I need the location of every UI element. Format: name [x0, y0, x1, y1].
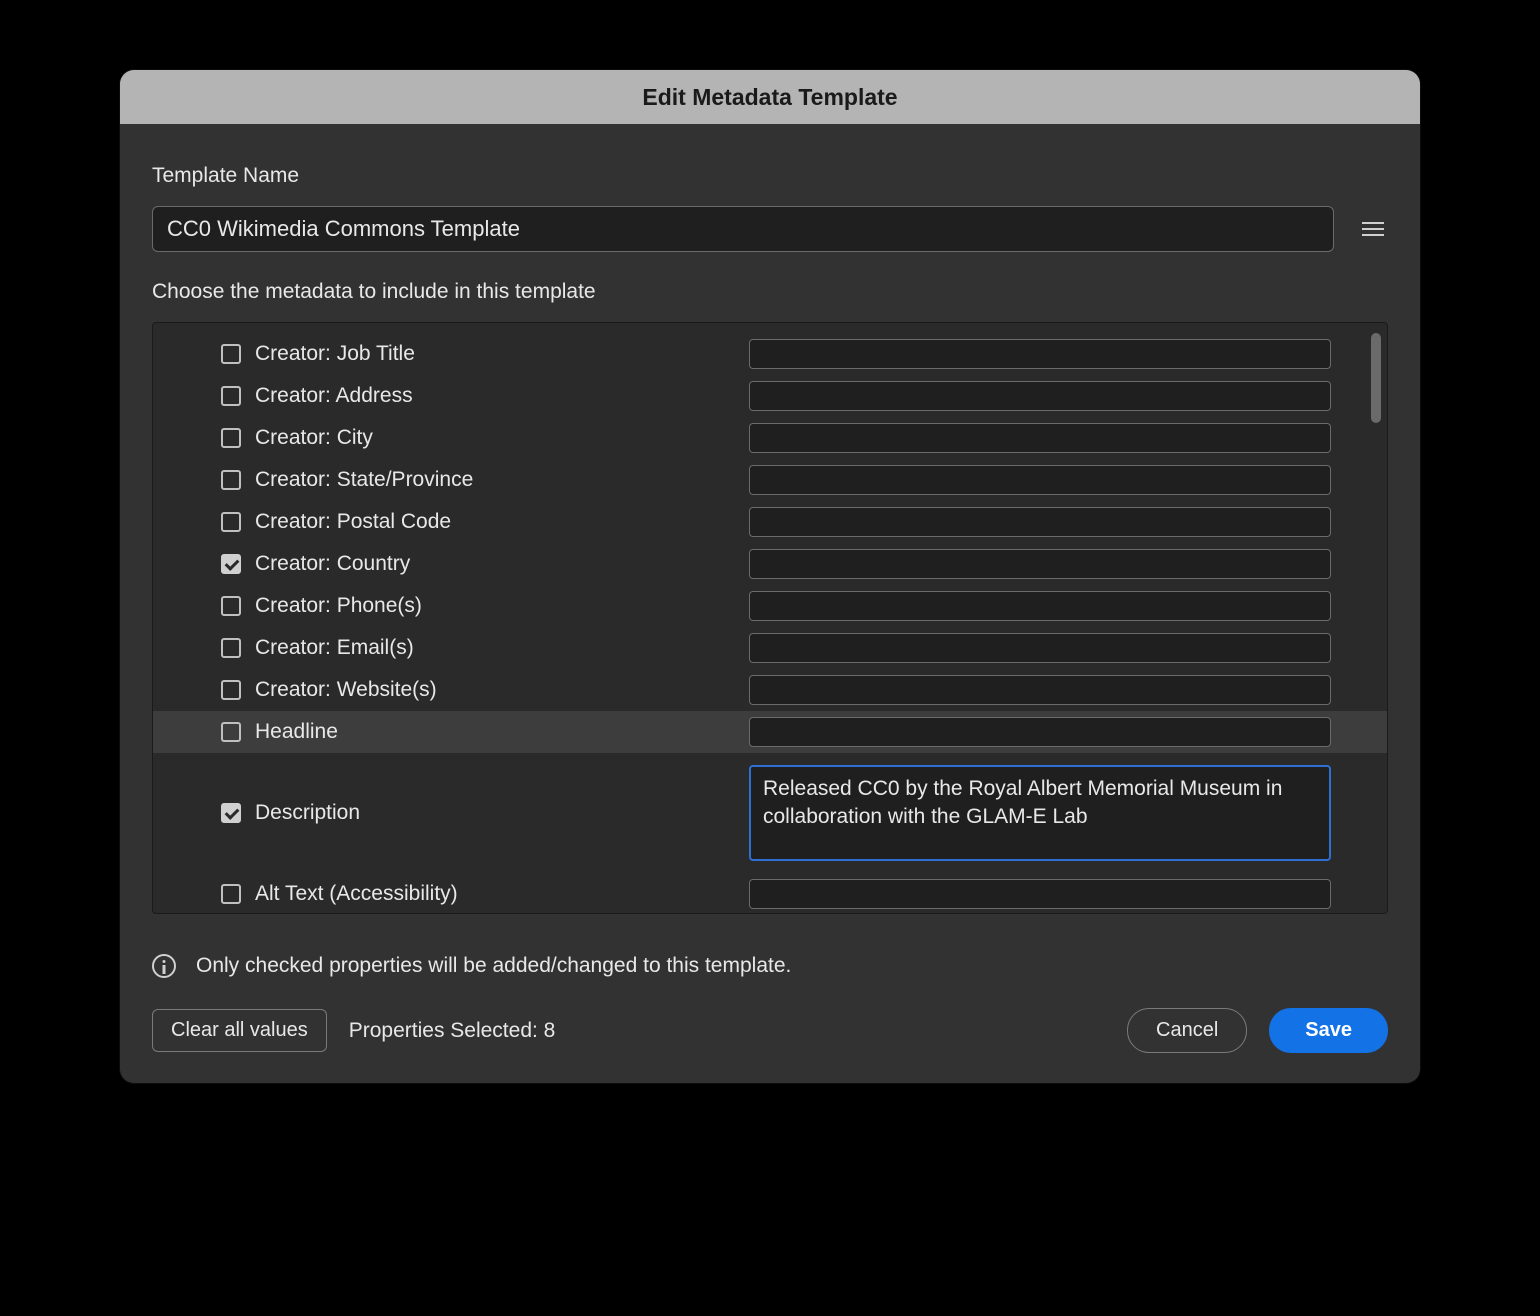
scrollbar-thumb[interactable]: [1371, 333, 1381, 423]
choose-metadata-label: Choose the metadata to include in this t…: [152, 280, 1388, 304]
metadata-row: Creator: Country: [153, 543, 1387, 585]
metadata-checkbox[interactable]: [221, 884, 241, 904]
metadata-field-label: Description: [255, 801, 735, 825]
metadata-field-label: Creator: City: [255, 426, 735, 450]
metadata-row: Creator: City: [153, 417, 1387, 459]
metadata-field-input[interactable]: [749, 549, 1331, 579]
metadata-checkbox[interactable]: [221, 596, 241, 616]
metadata-field-input[interactable]: [749, 465, 1331, 495]
metadata-field-label: Creator: Phone(s): [255, 594, 735, 618]
metadata-field-label: Creator: Postal Code: [255, 510, 735, 534]
metadata-field-input[interactable]: [749, 717, 1331, 747]
hamburger-menu-icon[interactable]: [1358, 216, 1388, 242]
metadata-row: Headline: [153, 711, 1387, 753]
dialog-title: Edit Metadata Template: [642, 84, 897, 111]
metadata-field-input[interactable]: [749, 381, 1331, 411]
dialog-titlebar: Edit Metadata Template: [120, 70, 1420, 124]
metadata-field-label: Creator: State/Province: [255, 468, 735, 492]
save-button[interactable]: Save: [1269, 1008, 1388, 1053]
template-name-input[interactable]: [152, 206, 1334, 252]
dialog-footer: Clear all values Properties Selected: 8 …: [152, 1008, 1388, 1053]
metadata-field-input[interactable]: [749, 765, 1331, 861]
metadata-checkbox[interactable]: [221, 638, 241, 658]
metadata-field-input[interactable]: [749, 633, 1331, 663]
metadata-row: Creator: Job Title: [153, 333, 1387, 375]
metadata-checkbox[interactable]: [221, 512, 241, 532]
dialog-body: Template Name Choose the metadata to inc…: [120, 124, 1420, 1083]
metadata-checkbox[interactable]: [221, 386, 241, 406]
metadata-field-label: Creator: Country: [255, 552, 735, 576]
metadata-row: Description: [153, 753, 1387, 873]
metadata-field-label: Creator: Email(s): [255, 636, 735, 660]
metadata-field-label: Creator: Website(s): [255, 678, 735, 702]
metadata-field-input[interactable]: [749, 675, 1331, 705]
metadata-field-label: Creator: Job Title: [255, 342, 735, 366]
metadata-row: Creator: Address: [153, 375, 1387, 417]
metadata-checkbox[interactable]: [221, 803, 241, 823]
metadata-checkbox[interactable]: [221, 554, 241, 574]
metadata-checkbox[interactable]: [221, 470, 241, 490]
metadata-field-label: Headline: [255, 720, 735, 744]
metadata-field-input[interactable]: [749, 339, 1331, 369]
properties-selected-text: Properties Selected: 8: [349, 1019, 556, 1043]
template-name-row: [152, 206, 1388, 252]
metadata-row: Creator: Website(s): [153, 669, 1387, 711]
clear-all-values-button[interactable]: Clear all values: [152, 1009, 327, 1052]
info-text: Only checked properties will be added/ch…: [196, 954, 791, 978]
info-icon: [152, 954, 176, 978]
info-row: Only checked properties will be added/ch…: [152, 954, 1388, 978]
metadata-field-input[interactable]: [749, 591, 1331, 621]
metadata-row: Creator: State/Province: [153, 459, 1387, 501]
metadata-row: Creator: Phone(s): [153, 585, 1387, 627]
scrollbar[interactable]: [1371, 333, 1381, 903]
metadata-row: Creator: Email(s): [153, 627, 1387, 669]
metadata-row: Creator: Postal Code: [153, 501, 1387, 543]
metadata-field-input[interactable]: [749, 879, 1331, 909]
metadata-checkbox[interactable]: [221, 344, 241, 364]
cancel-button[interactable]: Cancel: [1127, 1008, 1247, 1053]
metadata-field-input[interactable]: [749, 423, 1331, 453]
metadata-field-label: Alt Text (Accessibility): [255, 882, 735, 906]
metadata-checkbox[interactable]: [221, 428, 241, 448]
metadata-field-label: Creator: Address: [255, 384, 735, 408]
metadata-row: Alt Text (Accessibility): [153, 873, 1387, 914]
metadata-field-input[interactable]: [749, 507, 1331, 537]
edit-metadata-dialog: Edit Metadata Template Template Name Cho…: [120, 70, 1420, 1083]
metadata-checkbox[interactable]: [221, 722, 241, 742]
metadata-checkbox[interactable]: [221, 680, 241, 700]
metadata-panel: Creator: Job Title Creator: Address Creato…: [152, 322, 1388, 914]
template-name-label: Template Name: [152, 164, 1388, 188]
